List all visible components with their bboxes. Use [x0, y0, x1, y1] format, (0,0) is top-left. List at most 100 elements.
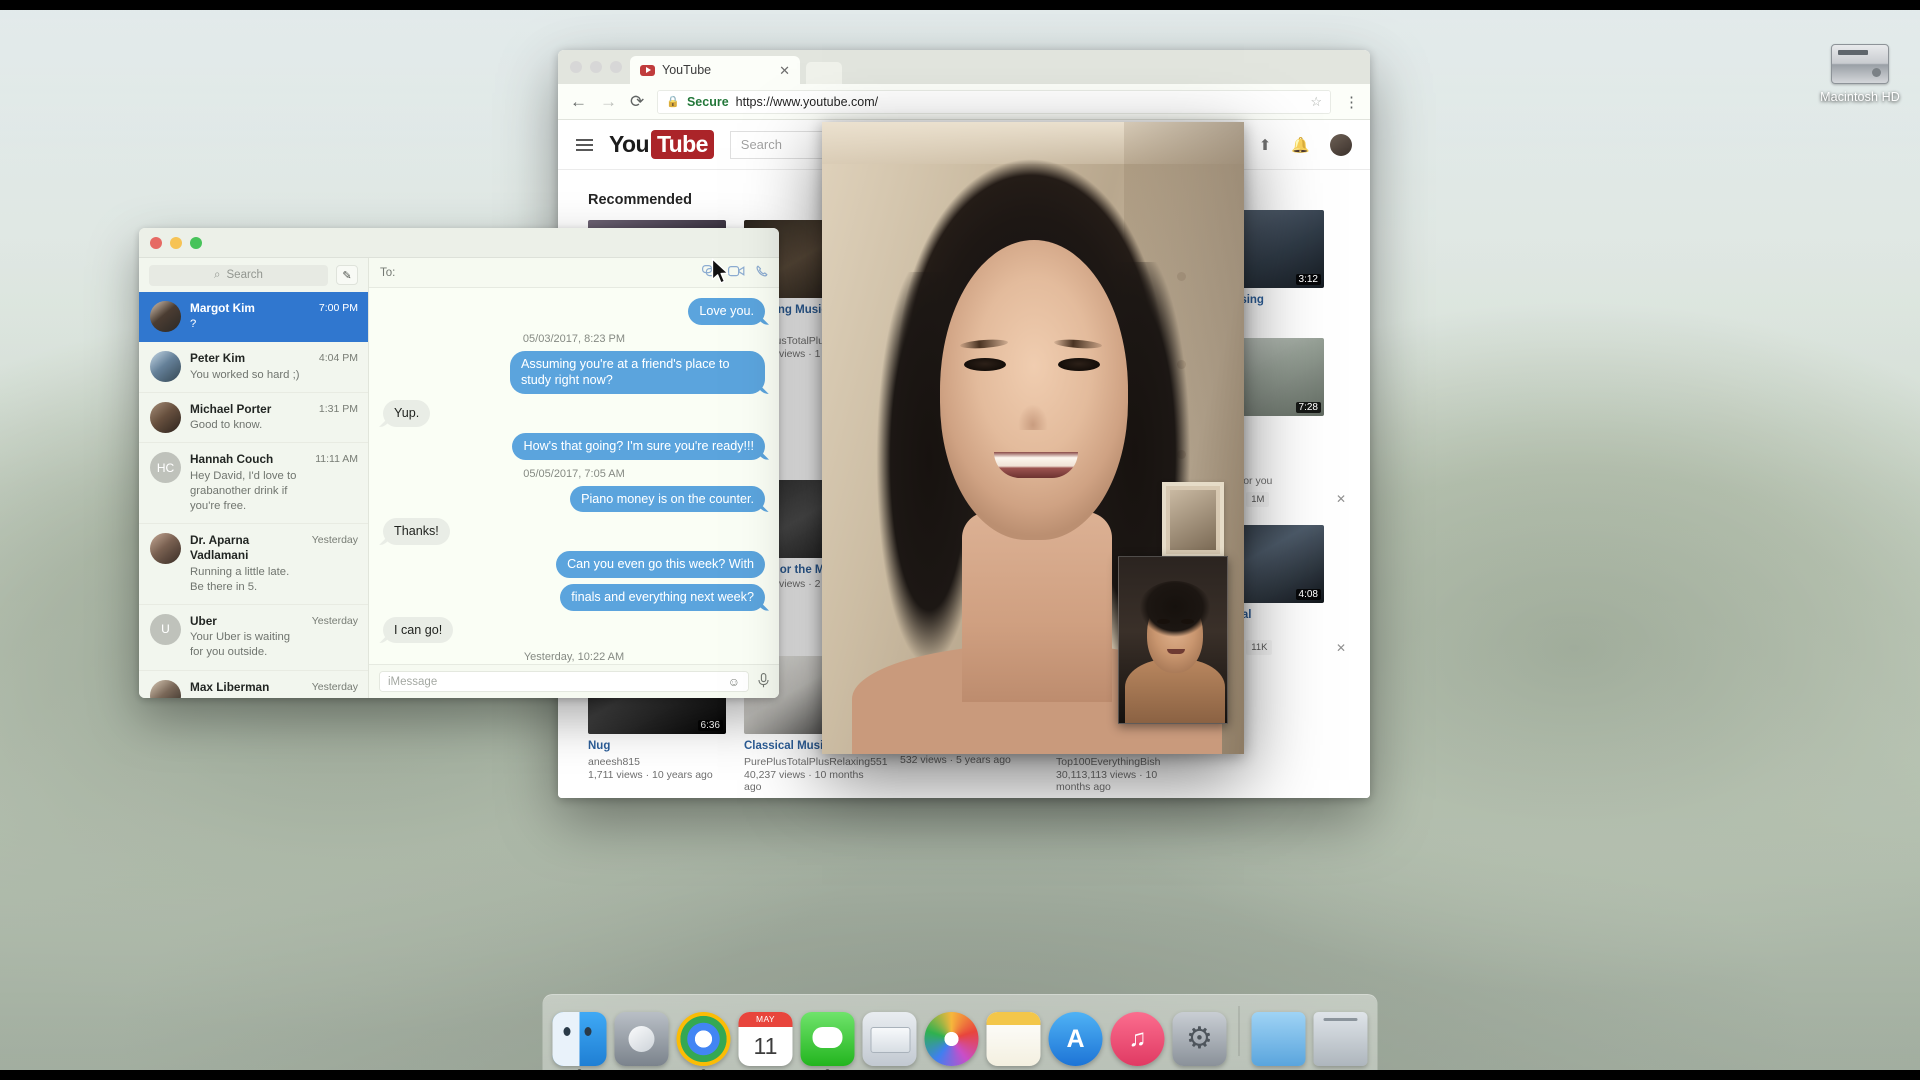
window-traffic-lights[interactable]	[150, 236, 202, 249]
messages-body: ⌕ Search ✎ Margot Kim ? 7:00 PM Peter Ki…	[139, 258, 779, 698]
dock-icon-app-store[interactable]	[1048, 1012, 1103, 1066]
avatar	[150, 533, 181, 565]
compose-message-button[interactable]: ✎	[336, 265, 358, 285]
reload-button[interactable]: ⟳	[630, 93, 644, 110]
dock-icon-launchpad[interactable]	[614, 1012, 669, 1066]
mouth	[994, 452, 1078, 478]
avatar	[150, 351, 181, 383]
minimize-window-button[interactable]	[170, 236, 182, 249]
dock-icon-system-preferences[interactable]	[1172, 1012, 1227, 1066]
dismiss-icon[interactable]: ✕	[1336, 641, 1346, 655]
avatar	[150, 679, 181, 698]
letterbox-top	[0, 0, 1920, 10]
self-view-eye-right	[1181, 619, 1194, 624]
minimize-window-button[interactable]	[590, 61, 602, 73]
avatar	[150, 401, 181, 433]
message-compose-bar: iMessage ☺	[369, 664, 779, 698]
dock-icon-calendar[interactable]: MAY 11	[738, 1012, 793, 1066]
dock-icon-downloads-folder[interactable]	[1251, 1012, 1306, 1066]
conversation-row-aparna-vadlamani[interactable]: Dr. Aparna Vadlamani Running a little la…	[139, 524, 368, 605]
dismiss-icon[interactable]: ✕	[1336, 492, 1346, 506]
desktop-icon-macintosh-hd[interactable]: Macintosh HD	[1800, 44, 1920, 104]
video-meta: 40,237 views · 10 months ago	[744, 768, 864, 793]
close-tab-icon[interactable]: ✕	[779, 64, 790, 77]
video-channel[interactable]: Top100EverythingBish	[1056, 756, 1194, 768]
dock-icon-trash[interactable]	[1313, 1012, 1368, 1066]
youtube-logo[interactable]: You Tube	[609, 130, 714, 159]
secure-label: Secure	[686, 94, 729, 109]
close-window-button[interactable]	[150, 236, 162, 249]
imessage-placeholder: iMessage	[388, 675, 438, 688]
message-bubble-outgoing: How's that going? I'm sure you're ready!…	[512, 432, 765, 460]
avatar	[150, 301, 181, 332]
subscriber-count: 11K	[1246, 640, 1273, 656]
video-channel[interactable]: aneesh815	[588, 756, 726, 768]
calendar-month: MAY	[738, 1012, 793, 1027]
wall-picture-frame	[1162, 482, 1224, 558]
conversation-row-margot-kim[interactable]: Margot Kim ? 7:00 PM	[139, 292, 368, 343]
hamburger-menu-icon[interactable]	[576, 138, 593, 151]
message-timestamp: 05/05/2017, 7:05 AM	[523, 467, 625, 480]
audio-call-icon[interactable]	[756, 265, 768, 280]
dock[interactable]: MAY 11	[542, 994, 1378, 1073]
zoom-window-button[interactable]	[190, 236, 202, 249]
emoji-picker-icon[interactable]: ☺	[728, 675, 740, 689]
facetime-self-view[interactable]	[1118, 556, 1228, 724]
conversation-time: 11:11 AM	[315, 453, 358, 466]
messages-window[interactable]: ⌕ Search ✎ Margot Kim ? 7:00 PM Peter Ki…	[139, 228, 779, 698]
notifications-bell-icon[interactable]: 🔔	[1291, 136, 1310, 154]
message-bubble-incoming: I can go!	[383, 616, 454, 644]
video-call-icon[interactable]	[728, 265, 745, 280]
facetime-call-window[interactable]	[822, 122, 1244, 754]
conversation-row-michael-porter[interactable]: Michael Porter Good to know. 1:31 PM	[139, 393, 368, 444]
conversation-row-uber[interactable]: U Uber Your Uber is waiting for you outs…	[139, 605, 368, 671]
dock-icon-notes[interactable]	[986, 1012, 1041, 1066]
eye-left	[964, 358, 1006, 371]
bookmark-star-icon[interactable]: ☆	[1310, 94, 1322, 110]
conversation-preview: Now THAT's the max.	[190, 696, 303, 698]
forward-button[interactable]: →	[600, 93, 617, 110]
search-input[interactable]: ⌕ Search	[149, 264, 328, 286]
dock-icon-photos[interactable]	[924, 1012, 979, 1066]
window-traffic-lights[interactable]	[570, 61, 622, 73]
self-view-hair	[1137, 581, 1213, 643]
video-duration-badge: 7:28	[1295, 402, 1321, 414]
to-label: To:	[380, 266, 396, 279]
conversation-row-hannah-couch[interactable]: HC Hannah Couch Hey David, I'd love to g…	[139, 443, 368, 525]
address-bar[interactable]: 🔒 Secure https://www.youtube.com/ ☆	[657, 89, 1331, 114]
message-bubbles: Love you. 05/03/2017, 8:23 PM Assuming y…	[369, 288, 779, 664]
conversation-name: Dr. Aparna Vadlamani	[190, 533, 250, 563]
upload-icon[interactable]: ⬆	[1259, 136, 1272, 154]
conversation-preview: You worked so hard ;)	[190, 368, 300, 381]
imessage-input[interactable]: iMessage ☺	[379, 671, 749, 692]
microphone-icon[interactable]	[758, 672, 769, 691]
conversation-list[interactable]: Margot Kim ? 7:00 PM Peter Kim You worke…	[139, 292, 368, 698]
dock-icon-finder[interactable]	[552, 1012, 607, 1073]
video-meta: 1,711 views · 10 years ago	[588, 768, 713, 781]
chrome-menu-icon[interactable]: ⋮	[1344, 93, 1359, 111]
dock-icon-chrome[interactable]	[676, 1012, 731, 1073]
dock-icon-messages[interactable]	[800, 1012, 855, 1073]
conversation-row-peter-kim[interactable]: Peter Kim You worked so hard ;) 4:04 PM	[139, 342, 368, 393]
account-avatar[interactable]	[1330, 133, 1352, 156]
new-tab-button[interactable]	[806, 62, 842, 84]
youtube-logo-you: You	[609, 131, 650, 157]
dock-icon-mail[interactable]	[862, 1012, 917, 1066]
conversation-time: 4:04 PM	[318, 352, 358, 365]
message-bubble-incoming: Yup.	[383, 400, 431, 427]
letterbox-bottom	[0, 1070, 1920, 1080]
video-channel[interactable]: PurePlusTotalPlusRelaxing551	[744, 756, 888, 768]
back-button[interactable]: ←	[570, 93, 587, 110]
search-icon: ⌕	[214, 268, 221, 281]
video-title[interactable]: Nug	[588, 739, 726, 753]
dock-icon-music[interactable]	[1110, 1012, 1165, 1066]
remote-person-face	[940, 240, 1128, 540]
remote-person-neck	[962, 512, 1112, 702]
close-window-button[interactable]	[570, 61, 582, 73]
conversation-row-max-liberman[interactable]: Max Liberman Now THAT's the max. Yesterd…	[139, 671, 368, 698]
messages-titlebar	[139, 228, 779, 258]
conversation-name: Hannah Couch	[190, 452, 274, 467]
browser-tab-youtube[interactable]: YouTube ✕	[630, 56, 800, 84]
conversation-time: 1:31 PM	[318, 402, 358, 415]
zoom-window-button[interactable]	[610, 61, 622, 73]
